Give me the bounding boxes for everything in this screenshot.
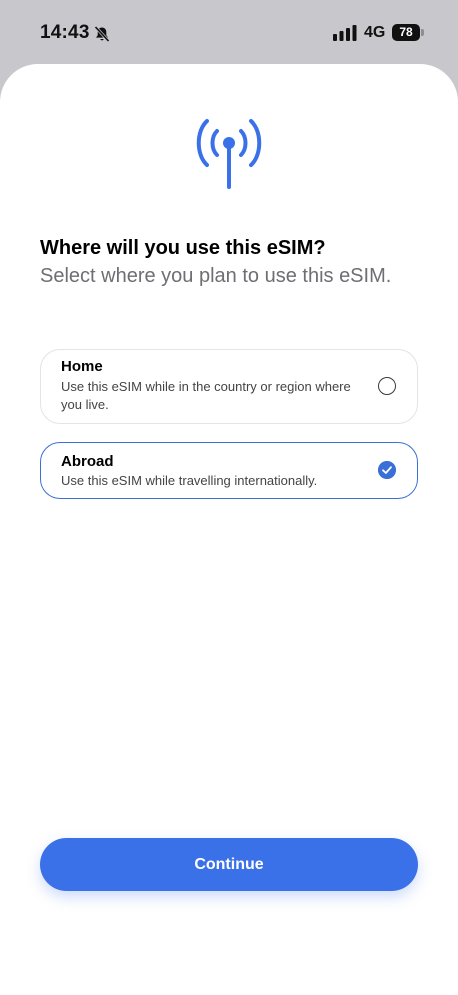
option-description: Use this eSIM while in the country or re… — [61, 379, 351, 412]
antenna-icon — [196, 119, 262, 189]
network-type: 4G — [364, 24, 386, 41]
radio-checked-icon[interactable] — [378, 461, 396, 479]
option-abroad[interactable]: Abroad Use this eSIM while travelling in… — [40, 442, 418, 499]
battery-icon: 78 — [392, 24, 420, 41]
battery-tip — [421, 29, 424, 36]
signal-bars-icon — [333, 25, 357, 41]
page-subtitle: Select where you plan to use this eSIM. — [40, 265, 392, 287]
option-description: Use this eSIM while travelling internati… — [61, 473, 318, 488]
option-title: Home — [61, 358, 103, 375]
status-bar: 14:43 4G 78 — [0, 0, 458, 64]
continue-button[interactable]: Continue — [40, 838, 418, 891]
option-title: Abroad — [61, 453, 114, 470]
radio-unchecked-icon[interactable] — [378, 377, 396, 395]
option-home[interactable]: Home Use this eSIM while in the country … — [40, 349, 418, 424]
page-title: Where will you use this eSIM? — [40, 237, 326, 259]
status-time: 14:43 — [40, 22, 90, 43]
bell-slash-icon — [94, 25, 110, 43]
